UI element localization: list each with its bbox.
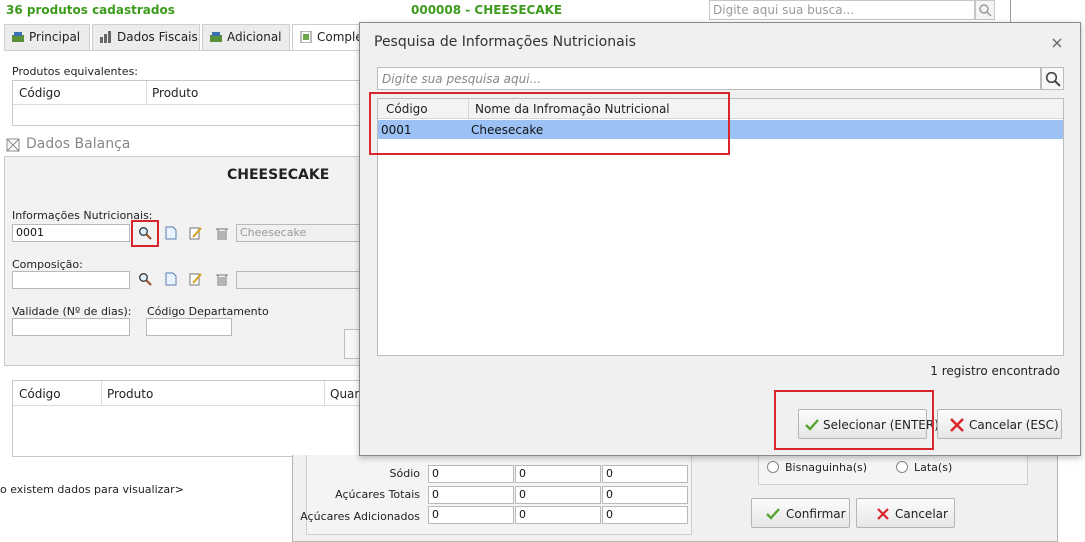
main-search-input[interactable]: Digite aqui sua busca... — [709, 0, 975, 20]
principal-tab-icon — [12, 32, 24, 42]
lower-col-divider-2 — [324, 381, 325, 406]
nutrient-value[interactable]: 0 — [515, 506, 601, 524]
tab-complemento[interactable]: Comple — [292, 24, 363, 50]
check-icon — [766, 508, 780, 520]
confirm-button[interactable]: Confirmar — [751, 498, 850, 528]
tab-adicional-label: Adicional — [227, 30, 282, 44]
validity-label: Validade (Nº de dias): — [12, 305, 132, 318]
nutrient-value[interactable]: 0 — [515, 486, 601, 504]
nutri-delete-icon[interactable] — [215, 226, 229, 240]
x-icon — [950, 418, 964, 432]
equivalents-col-product: Produto — [152, 86, 199, 100]
radio-bisnaguinha-label: Bisnaguinha(s) — [785, 461, 868, 474]
radio-lata[interactable] — [896, 461, 908, 473]
nutrient-value[interactable]: 0 — [602, 486, 688, 504]
nutri-new-icon[interactable] — [164, 226, 178, 240]
nutrient-value[interactable]: 0 — [428, 486, 514, 504]
dept-label: Código Departamento — [147, 305, 269, 318]
dialog-cancel-button-label: Cancelar (ESC) — [969, 418, 1059, 432]
product-title: 000008 - CHEESECAKE — [411, 3, 563, 17]
dialog-search-input[interactable]: Digite sua pesquisa aqui... — [377, 67, 1041, 90]
highlight-nutri-search — [131, 220, 159, 247]
nutri-edit-icon[interactable] — [189, 226, 203, 240]
nutrient-label: Sódio — [389, 467, 420, 480]
composition-edit-icon[interactable] — [189, 272, 203, 286]
close-icon[interactable] — [1052, 38, 1062, 48]
composition-name-field — [236, 271, 362, 289]
tab-strip-border — [4, 50, 362, 51]
highlight-results — [369, 92, 730, 155]
tab-adicional[interactable]: Adicional — [202, 24, 290, 50]
empty-text: o existem dados para visualizar> — [0, 483, 184, 496]
complemento-tab-icon — [300, 31, 312, 43]
nutrient-label: Açúcares Totais — [335, 488, 420, 501]
equivalents-col-code: Código — [19, 86, 61, 100]
tab-principal[interactable]: Principal — [4, 24, 90, 50]
tab-complemento-label: Comple — [317, 30, 363, 44]
lower-col-product: Produto — [107, 387, 154, 401]
search-icon — [979, 4, 992, 17]
composition-search-icon[interactable] — [138, 272, 152, 286]
dept-field[interactable] — [146, 318, 232, 336]
nutrient-value[interactable]: 0 — [428, 506, 514, 524]
x-icon — [877, 508, 889, 520]
dialog-cancel-button[interactable]: Cancelar (ESC) — [937, 409, 1062, 439]
nutri-name-field: Cheesecake — [236, 224, 362, 242]
lower-table[interactable]: Código Produto Quan — [12, 380, 362, 457]
count-label: 36 produtos cadastrados — [6, 3, 175, 17]
lower-table-header — [13, 381, 361, 406]
scale-section-icon — [6, 138, 20, 152]
dialog-title: Pesquisa de Informações Nutricionais — [374, 34, 636, 50]
equivalents-col-divider — [146, 81, 147, 105]
chart-icon — [100, 31, 111, 43]
composition-delete-icon[interactable] — [215, 272, 229, 286]
nutrient-label: Açúcares Adicionados — [300, 510, 420, 523]
scale-section-title: Dados Balança — [26, 136, 131, 152]
cancel-button-label: Cancelar — [895, 507, 948, 521]
nutrient-value[interactable]: 0 — [602, 506, 688, 524]
main-search-button[interactable] — [975, 0, 995, 20]
tab-dados-fiscais[interactable]: Dados Fiscais — [92, 24, 200, 50]
nutrient-value[interactable]: 0 — [602, 465, 688, 483]
radio-bisnaguinha[interactable] — [767, 461, 779, 473]
nutrient-value[interactable]: 0 — [515, 465, 601, 483]
confirm-button-label: Confirmar — [786, 507, 846, 521]
dialog-search-button[interactable] — [1041, 67, 1064, 90]
lower-col-code: Código — [19, 387, 61, 401]
dialog-search-placeholder: Digite sua pesquisa aqui... — [382, 72, 542, 86]
adicional-tab-icon — [210, 32, 222, 42]
record-count: 1 registro encontrado — [930, 364, 1060, 378]
nutrition-search-dialog: Pesquisa de Informações Nutricionais Dig… — [359, 22, 1081, 456]
main-search-placeholder: Digite aqui sua busca... — [713, 3, 855, 17]
highlight-select-button — [774, 390, 934, 450]
equivalents-table[interactable]: Código Produto — [12, 80, 362, 126]
radio-lata-label: Lata(s) — [914, 461, 953, 474]
validity-field[interactable] — [12, 318, 130, 336]
nutri-code-field[interactable]: 0001 — [12, 224, 130, 242]
search-icon — [1045, 71, 1061, 87]
tab-dados-fiscais-label: Dados Fiscais — [117, 30, 198, 44]
composition-code-field[interactable] — [12, 271, 130, 289]
composition-new-icon[interactable] — [164, 272, 178, 286]
lower-col-divider-1 — [101, 381, 102, 406]
nutrient-value[interactable]: 0 — [428, 465, 514, 483]
lower-col-qty: Quan — [330, 387, 363, 401]
tab-principal-label: Principal — [29, 30, 81, 44]
composition-label: Composição: — [12, 258, 83, 271]
cancel-button[interactable]: Cancelar — [856, 498, 955, 528]
equivalents-label: Produtos equivalentes: — [12, 65, 139, 78]
scale-product-name: CHEESECAKE — [227, 167, 330, 183]
